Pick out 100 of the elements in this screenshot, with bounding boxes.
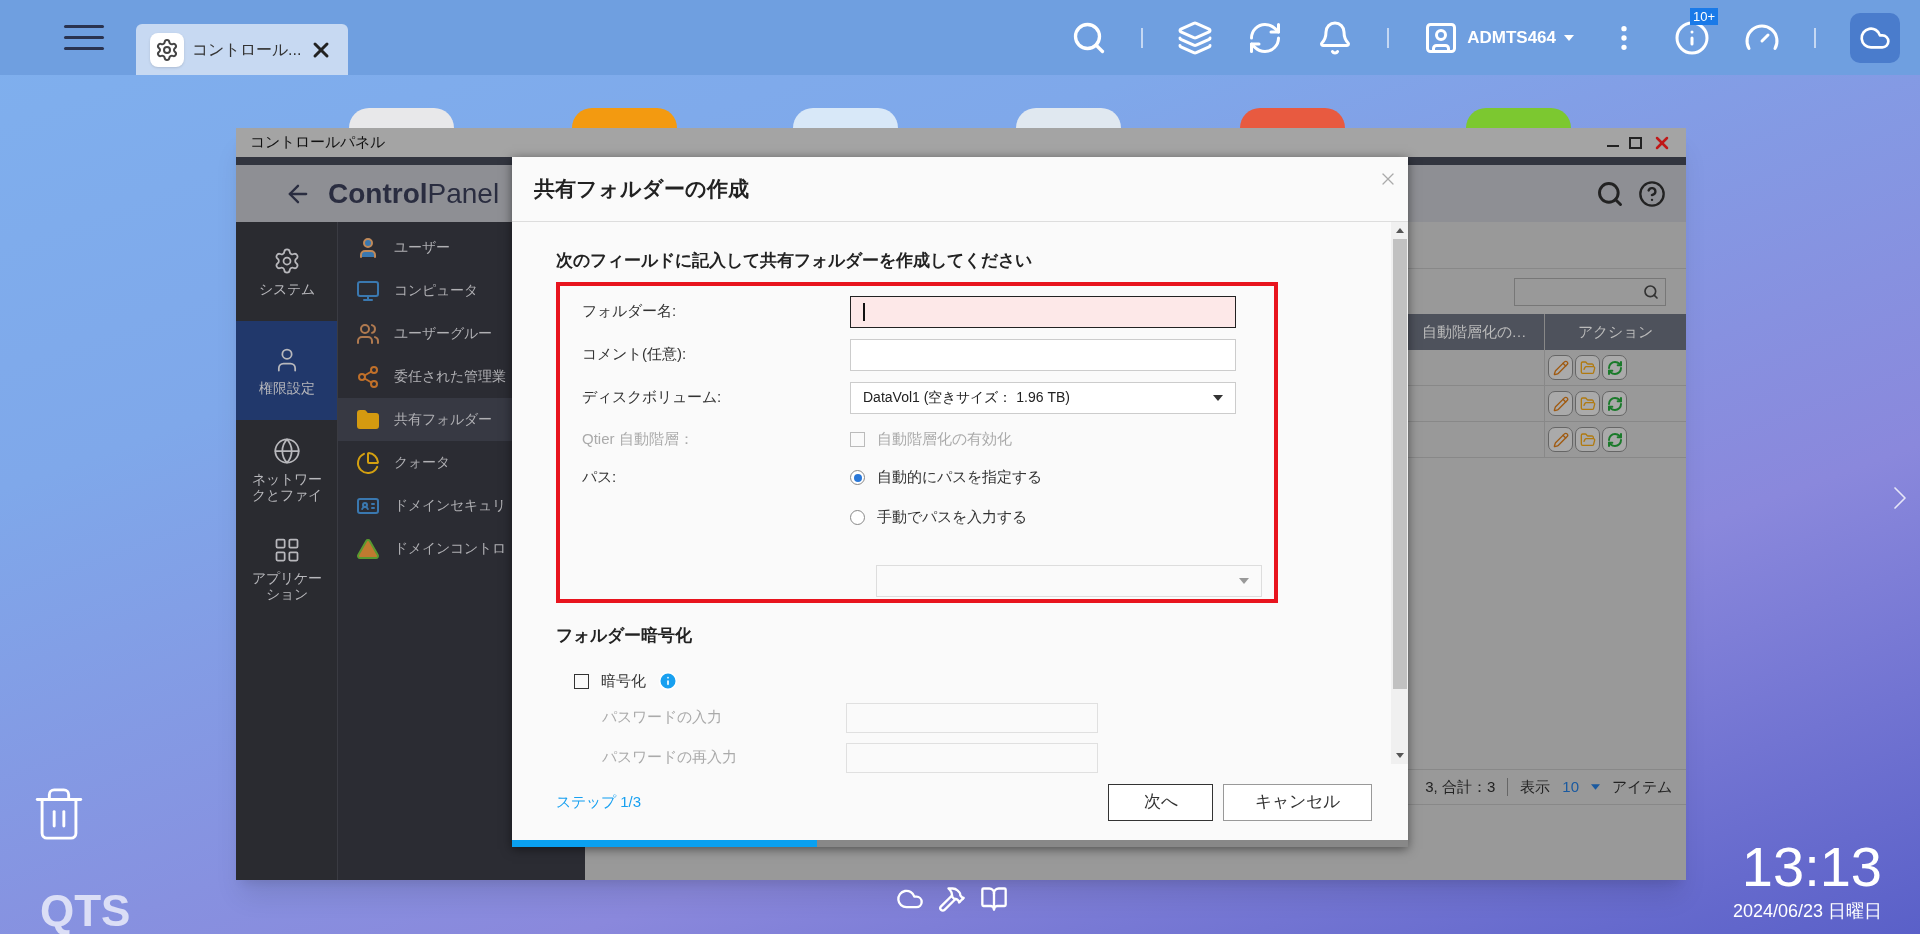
hammer-icon[interactable]	[938, 885, 966, 913]
field-label: パスワードの入力	[602, 707, 723, 728]
search-icon	[1643, 283, 1659, 300]
nav-item[interactable]: 権限設定	[236, 321, 337, 420]
users-icon	[356, 321, 380, 346]
sub-nav-label: ユーザーグルー	[394, 324, 492, 343]
triangle-icon	[356, 536, 380, 561]
date: 2024/06/23 日曜日	[1732, 900, 1882, 923]
caret-icon	[1395, 228, 1404, 233]
nav-label: 権限設定	[257, 379, 316, 396]
cancel-button[interactable]: キャンセル	[1223, 783, 1372, 821]
sub-nav-label: ドメインコントロ	[394, 539, 506, 558]
help-icon[interactable]	[1638, 179, 1666, 208]
nav-label: アプリケーション	[250, 569, 323, 602]
dialog-title: 共有フォルダーの作成	[534, 176, 749, 203]
folder-icon	[1579, 359, 1596, 376]
sub-nav-label: コンピュータ	[394, 281, 478, 300]
clock: 13:13	[1741, 834, 1882, 900]
layers-icon[interactable]	[1177, 19, 1214, 56]
edit-button[interactable]	[1548, 427, 1573, 452]
notification-badge: 10+	[1690, 7, 1719, 25]
radio-button[interactable]	[850, 510, 865, 525]
info-icon[interactable]	[658, 671, 678, 692]
refresh-icon	[1606, 359, 1623, 376]
sub-nav-label: 共有フォルダー	[394, 410, 492, 429]
refresh-icon	[1606, 431, 1623, 448]
field-label: Qtier 自動階層：	[582, 429, 695, 450]
info-icon[interactable]	[1674, 19, 1710, 56]
app-icon[interactable]	[349, 108, 454, 128]
sub-nav-label: 委任された管理業	[394, 367, 506, 386]
refresh-button[interactable]	[1602, 427, 1627, 452]
share-icon	[356, 364, 380, 389]
radio-label: 自動的にパスを指定する	[877, 467, 1042, 488]
folder-permission-button[interactable]	[1575, 391, 1600, 416]
app-icon[interactable]	[1016, 108, 1121, 128]
checkbox[interactable]	[574, 673, 589, 689]
edit-button[interactable]	[1548, 355, 1573, 380]
refresh-button[interactable]	[1602, 391, 1627, 416]
field-label: パスワードの再入力	[602, 747, 738, 768]
pencil-icon	[1552, 431, 1569, 448]
section-heading: 次のフィールドに記入して共有フォルダーを作成してください	[556, 250, 1033, 272]
logo-text: QTS	[40, 885, 131, 934]
field-label: パス:	[582, 466, 618, 487]
pencil-icon	[1552, 395, 1569, 412]
nav-label: ネットワークとファイ	[250, 470, 323, 503]
window-title: コントロールパネル	[250, 132, 385, 153]
folder-icon	[1579, 395, 1596, 412]
minimize-icon[interactable]	[1607, 144, 1619, 147]
edit-button[interactable]	[1548, 391, 1573, 416]
folder-permission-button[interactable]	[1575, 355, 1600, 380]
select-field[interactable]: DataVol1 (空きサイズ： 1.96 TB)	[850, 381, 1236, 414]
caret-icon	[1239, 577, 1249, 584]
app-icon[interactable]	[1240, 108, 1345, 128]
nav-item[interactable]: システム	[236, 222, 337, 321]
caret-icon	[1564, 34, 1574, 41]
folder-permission-button[interactable]	[1575, 427, 1600, 452]
sub-nav-item[interactable]: ユーザーグルー	[338, 312, 585, 355]
nav-item[interactable]: ネットワークとファイ	[236, 420, 337, 519]
field-label: フォルダー名:	[582, 301, 678, 322]
field-label: ディスクボリューム:	[582, 387, 723, 408]
maximize-icon[interactable]	[1629, 136, 1642, 149]
folder-icon	[1579, 431, 1596, 448]
total-count: 3, 合計：3	[1425, 776, 1496, 797]
field-label: コメント(任意):	[582, 344, 688, 365]
tab-label: コントロール...	[192, 39, 302, 60]
checkbox-label: 自動階層化の有効化	[877, 429, 1012, 450]
sub-nav-item[interactable]: ドメインセキュリ	[338, 484, 585, 527]
pencil-icon	[1552, 359, 1569, 376]
next-button[interactable]: 次へ	[1108, 783, 1213, 821]
caret-icon	[1213, 394, 1223, 401]
sub-nav-label: クォータ	[394, 453, 450, 472]
refresh-icon	[1606, 395, 1623, 412]
radio-label: 手動でパスを入力する	[877, 507, 1027, 528]
book-icon[interactable]	[980, 885, 1008, 913]
nav-item[interactable]: アプリケーション	[236, 519, 337, 618]
text-input[interactable]	[850, 295, 1236, 328]
computer-icon	[356, 278, 380, 303]
radio-button[interactable]	[850, 470, 865, 485]
panel-title: ControlPanel	[328, 176, 500, 211]
items-label: アイテム	[1612, 776, 1672, 797]
checkbox-label: 暗号化	[601, 671, 646, 691]
show-label: 表示	[1520, 776, 1551, 797]
sub-nav-item[interactable]: ドメインコントロ	[338, 527, 585, 570]
cloud-button[interactable]	[1850, 12, 1900, 63]
search-field[interactable]	[1514, 277, 1666, 306]
section-heading: フォルダー暗号化	[556, 624, 693, 647]
scrollbar[interactable]	[1391, 222, 1408, 764]
caret-icon	[1591, 784, 1600, 790]
globe-icon	[272, 436, 301, 465]
sub-nav-label: ドメインセキュリ	[394, 496, 506, 515]
pie-chart-icon	[356, 450, 380, 475]
folder-icon	[356, 407, 380, 432]
search-icon[interactable]	[1596, 179, 1624, 208]
nav-label: システム	[257, 280, 316, 297]
refresh-button[interactable]	[1602, 355, 1627, 380]
caret-icon	[1395, 753, 1404, 758]
app-tab[interactable]: コントロール...	[136, 24, 348, 75]
app-icon[interactable]	[793, 108, 898, 128]
column-header[interactable]: アクション	[1544, 314, 1686, 350]
sub-nav-label: ユーザー	[394, 238, 450, 257]
